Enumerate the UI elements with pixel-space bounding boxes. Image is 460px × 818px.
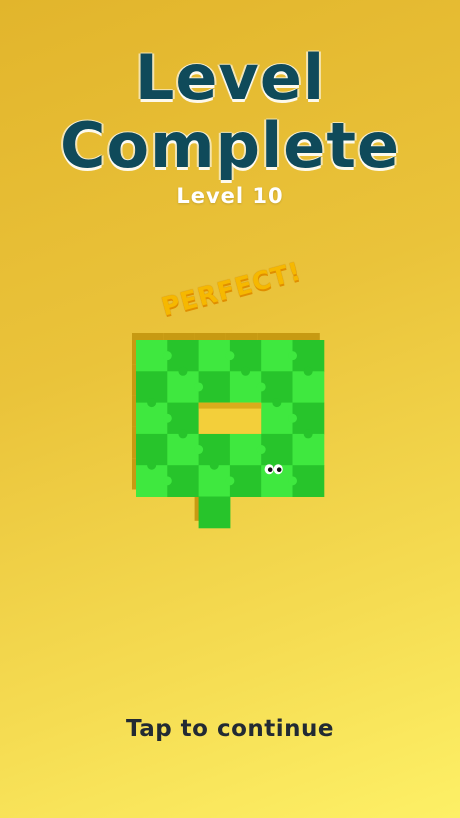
tile-knob xyxy=(241,366,251,376)
tile-knob xyxy=(147,398,157,408)
tile-knob xyxy=(288,351,297,361)
tile-knob xyxy=(162,476,172,486)
board-tile xyxy=(292,371,325,404)
tile-knob xyxy=(303,429,313,439)
tile-knob xyxy=(162,413,172,423)
tile-knob xyxy=(147,460,157,470)
tile-knob xyxy=(303,366,313,376)
eye-pupil xyxy=(276,467,282,473)
tile-knob xyxy=(256,382,266,392)
tile-knob xyxy=(288,413,297,423)
tile-knob xyxy=(162,351,172,361)
tile-knob xyxy=(225,351,235,361)
eye-pupil xyxy=(267,467,273,473)
board-tile xyxy=(292,465,325,497)
tile-knob xyxy=(194,382,204,392)
board-tile xyxy=(229,465,262,497)
board-tile xyxy=(198,496,231,529)
tile-knob xyxy=(178,429,188,439)
tile-knob xyxy=(209,460,219,470)
puzzle-board xyxy=(132,333,325,529)
tap-to-continue-button[interactable]: Tap to continue xyxy=(0,716,460,742)
tile-knob xyxy=(194,445,204,455)
tile-knob xyxy=(256,445,266,455)
tile-knob xyxy=(288,476,297,486)
tile-knob xyxy=(272,398,282,408)
board-tile xyxy=(167,465,200,497)
tile-knob xyxy=(225,476,235,486)
tile-knob xyxy=(178,366,188,376)
board-tile xyxy=(198,371,231,404)
board-hole-edge xyxy=(198,402,262,409)
board-tile xyxy=(292,433,325,466)
